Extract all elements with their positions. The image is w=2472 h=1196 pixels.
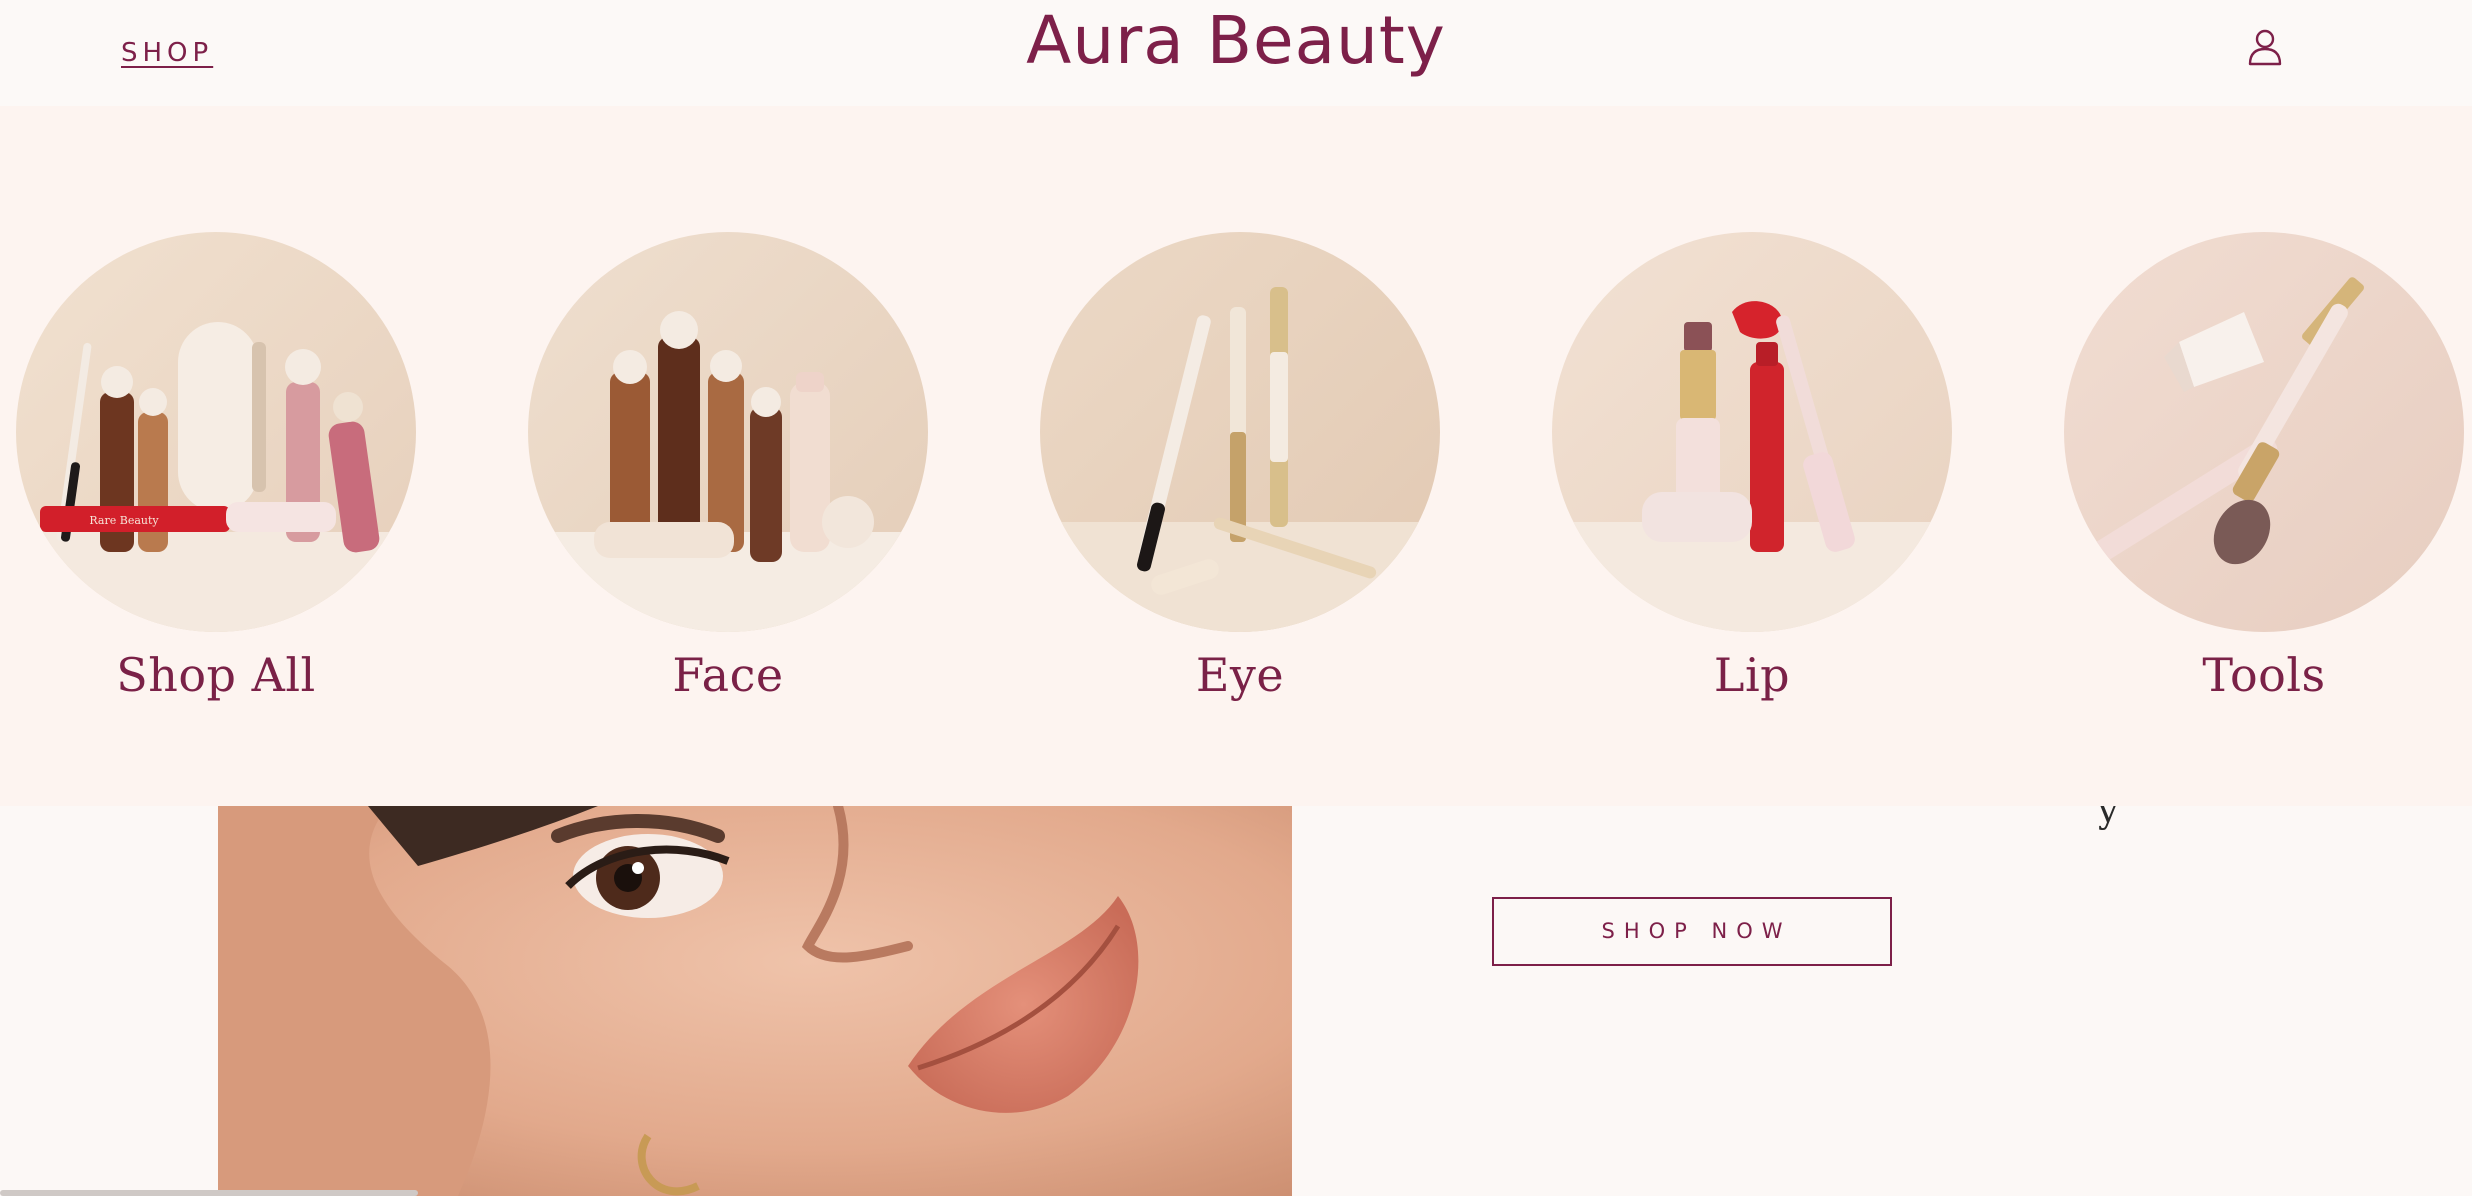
category-label-tools: Tools [2202,648,2326,702]
hero-image [218,806,1292,1196]
category-tools[interactable]: Tools [2064,232,2464,702]
shop-now-button[interactable]: SHOP NOW [1492,897,1892,966]
category-shop-all[interactable]: Rare Beauty Shop All [16,232,416,702]
brand-logo: Aura Beauty [0,2,2472,79]
category-label-face: Face [672,648,784,702]
category-carousel: Rare Beauty Shop All Face Eye Lip Tools [0,106,2472,806]
category-image-eye [1040,232,1440,632]
category-image-shop-all: Rare Beauty [16,232,416,632]
user-account-icon[interactable] [2244,26,2286,68]
category-image-tools [2064,232,2464,632]
site-header: SHOP Aura Beauty [0,0,2472,106]
horizontal-scrollbar[interactable] [0,1190,418,1196]
category-image-face [528,232,928,632]
category-eye[interactable]: Eye [1040,232,1440,702]
category-label-eye: Eye [1195,648,1285,702]
shop-menu-link[interactable]: SHOP [121,38,213,68]
category-lip[interactable]: Lip [1552,232,1952,702]
category-label-lip: Lip [1713,648,1791,702]
brand-name[interactable]: Aura Beauty [1026,2,1446,79]
category-face[interactable]: Face [528,232,928,702]
category-image-lip [1552,232,1952,632]
tube-label: Rare Beauty [89,514,159,527]
category-label-shop-all: Shop All [116,648,316,702]
